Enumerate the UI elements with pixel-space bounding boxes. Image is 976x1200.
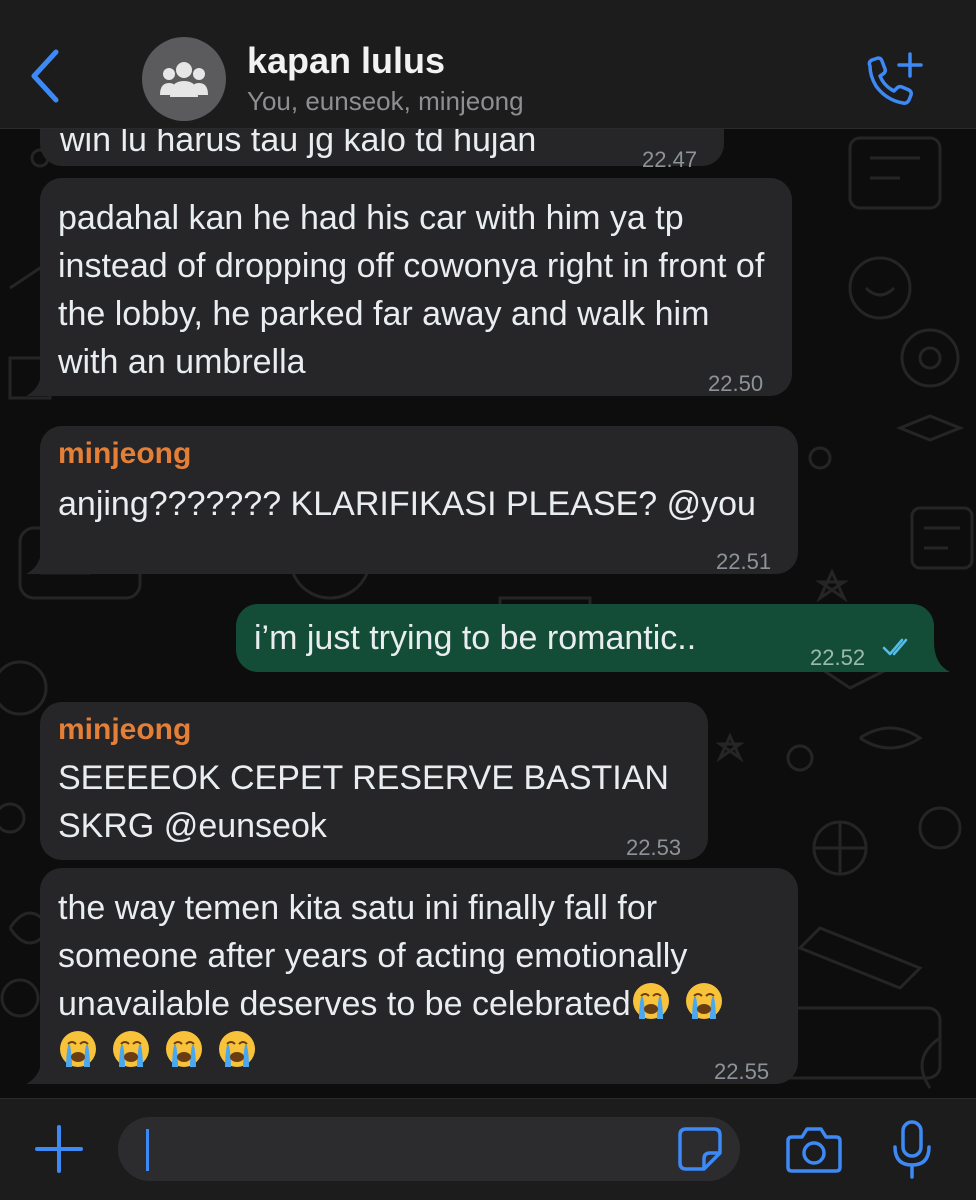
message-text: padahal kan he had his car with him ya t… (58, 199, 765, 381)
message-bubble[interactable]: minjeong anjing??????? KLARIFIKASI PLEAS… (40, 426, 798, 574)
microphone-icon (893, 1120, 931, 1179)
loudly-crying-face-emoji (632, 983, 669, 1019)
message-text-body: the way temen kita satu ini finally fall… (58, 889, 688, 1023)
message-time: 22.53 (626, 835, 682, 860)
loudly-crying-face-emoji (166, 1031, 202, 1067)
chevron-left-icon (31, 49, 59, 103)
back-button[interactable] (26, 44, 66, 108)
add-call-button[interactable] (860, 52, 924, 108)
message-bubble[interactable]: padahal kan he had his car with him ya t… (40, 178, 792, 396)
loudly-crying-face-emoji (60, 1031, 96, 1067)
sticker-icon (678, 1127, 722, 1171)
chat-title[interactable]: kapan lulus (247, 40, 445, 82)
attach-button[interactable] (34, 1121, 84, 1177)
message-input[interactable] (118, 1117, 740, 1181)
plus-icon (35, 1125, 83, 1173)
group-icon (160, 62, 208, 97)
sender-name[interactable]: minjeong (58, 710, 690, 750)
loudly-crying-face-emoji (685, 983, 722, 1019)
message-time: 22.50 (708, 371, 764, 396)
camera-icon (786, 1127, 842, 1173)
message-time: 22.51 (716, 549, 772, 574)
message-bubble[interactable]: win lu harus tau jg kalo td hujan 22.47 (40, 128, 724, 172)
sender-name[interactable]: minjeong (58, 434, 780, 474)
bubble-tail (26, 366, 54, 396)
sticker-button[interactable] (676, 1125, 724, 1173)
message-text: the way temen kita satu ini finally fall… (58, 884, 780, 1076)
message-time: 22.55 (714, 1059, 770, 1084)
bubble-tail (26, 1054, 54, 1084)
chat-header: kapan lulus You, eunseok, minjeong (0, 0, 976, 129)
phone-add-icon (867, 52, 923, 105)
chat-participants[interactable]: You, eunseok, minjeong (247, 86, 524, 117)
message-bubble[interactable]: the way temen kita satu ini finally fall… (40, 868, 798, 1084)
bubble-tail (26, 544, 54, 574)
message-text: win lu harus tau jg kalo td hujan (60, 128, 537, 159)
group-avatar[interactable] (142, 37, 226, 121)
message-bubble[interactable]: minjeong SEEEEOK CEPET RESERVE BASTIAN S… (40, 702, 708, 860)
message-text: SEEEEOK CEPET RESERVE BASTIAN SKRG @euns… (58, 759, 669, 845)
message-time: 22.47 (642, 147, 698, 172)
message-text: anjing??????? KLARIFIKASI PLEASE? @you (58, 485, 756, 523)
message-bubble-outgoing[interactable]: i’m just trying to be romantic.. 22.52 (236, 604, 934, 672)
message-list[interactable]: win lu harus tau jg kalo td hujan 22.47 … (0, 128, 976, 1098)
text-caret (146, 1129, 149, 1171)
bubble-tail (922, 642, 950, 672)
read-receipt-icon (882, 638, 908, 656)
loudly-crying-face-emoji (113, 1031, 149, 1067)
message-time: 22.52 (810, 645, 866, 670)
microphone-button[interactable] (890, 1119, 934, 1181)
composer-bar (0, 1098, 976, 1200)
camera-button[interactable] (786, 1123, 842, 1175)
chat-screen: kapan lulus You, eunseok, minjeong win l… (0, 0, 976, 1200)
loudly-crying-face-emoji (219, 1031, 255, 1067)
